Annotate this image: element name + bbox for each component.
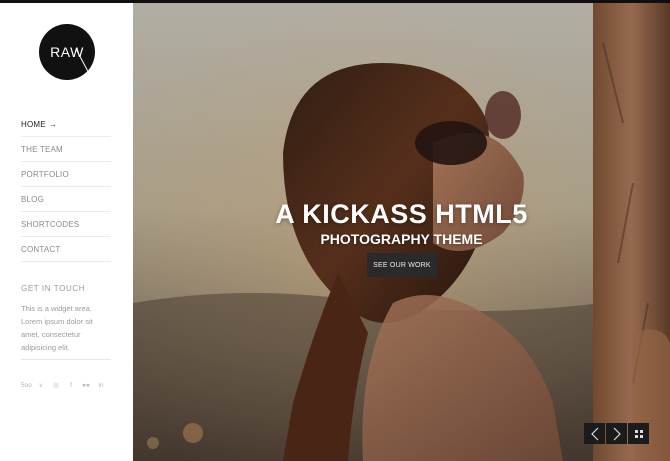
nav-item-shortcodes[interactable]: SHORTCODES [21,212,111,237]
nav-item-home[interactable]: HOME → [21,112,111,137]
widget-title: GET IN TOUCH [21,284,86,293]
divider [21,359,111,360]
nav-item-label: THE TEAM [21,144,63,154]
nav-item-the-team[interactable]: THE TEAM [21,137,111,162]
nav-item-contact[interactable]: CONTACT [21,237,111,262]
500px-icon[interactable]: 5oo [21,381,32,391]
nav-item-blog[interactable]: BLOG [21,187,111,212]
chevron-right-icon [613,427,621,440]
linkedin-icon[interactable]: in [96,381,106,391]
facebook-icon[interactable]: f [66,381,76,391]
see-our-work-button[interactable]: SEE OUR WORK [367,253,437,277]
dribbble-icon[interactable]: ◎ [51,381,61,391]
nav-item-label: SHORTCODES [21,219,80,229]
nav-item-portfolio[interactable]: PORTFOLIO [21,162,111,187]
slider-grid-button[interactable] [628,423,649,444]
slider-next-button[interactable] [606,423,627,444]
hero-subheadline: PHOTOGRAPHY THEME [320,231,483,247]
chevron-left-icon [590,427,598,440]
slider-prev-button[interactable] [584,423,605,444]
main-nav: HOME → THE TEAM PORTFOLIO BLOG SHORTCODE… [21,112,111,262]
top-bar [0,0,670,3]
social-links: 5oo v ◎ f ●● in [21,381,106,391]
grid-icon [634,429,643,438]
vimeo-icon[interactable]: v [36,381,46,391]
nav-item-label: PORTFOLIO [21,169,69,179]
logo-text: RAW [50,44,84,60]
sidebar: RAW HOME → THE TEAM PORTFOLIO BLOG SHORT… [0,3,133,461]
hero-headline: A KICKASS HTML5 [275,199,528,229]
arrow-right-icon: → [48,119,58,129]
nav-item-label: BLOG [21,194,45,204]
widget-text: This is a widget area. Lorem ipsum dolor… [21,304,93,352]
hero-slider: A KICKASS HTML5 PHOTOGRAPHY THEME SEE OU… [133,3,670,461]
nav-item-label: HOME [21,119,46,129]
nav-item-label: CONTACT [21,244,61,254]
logo[interactable]: RAW [39,24,95,80]
flickr-icon[interactable]: ●● [81,381,91,391]
